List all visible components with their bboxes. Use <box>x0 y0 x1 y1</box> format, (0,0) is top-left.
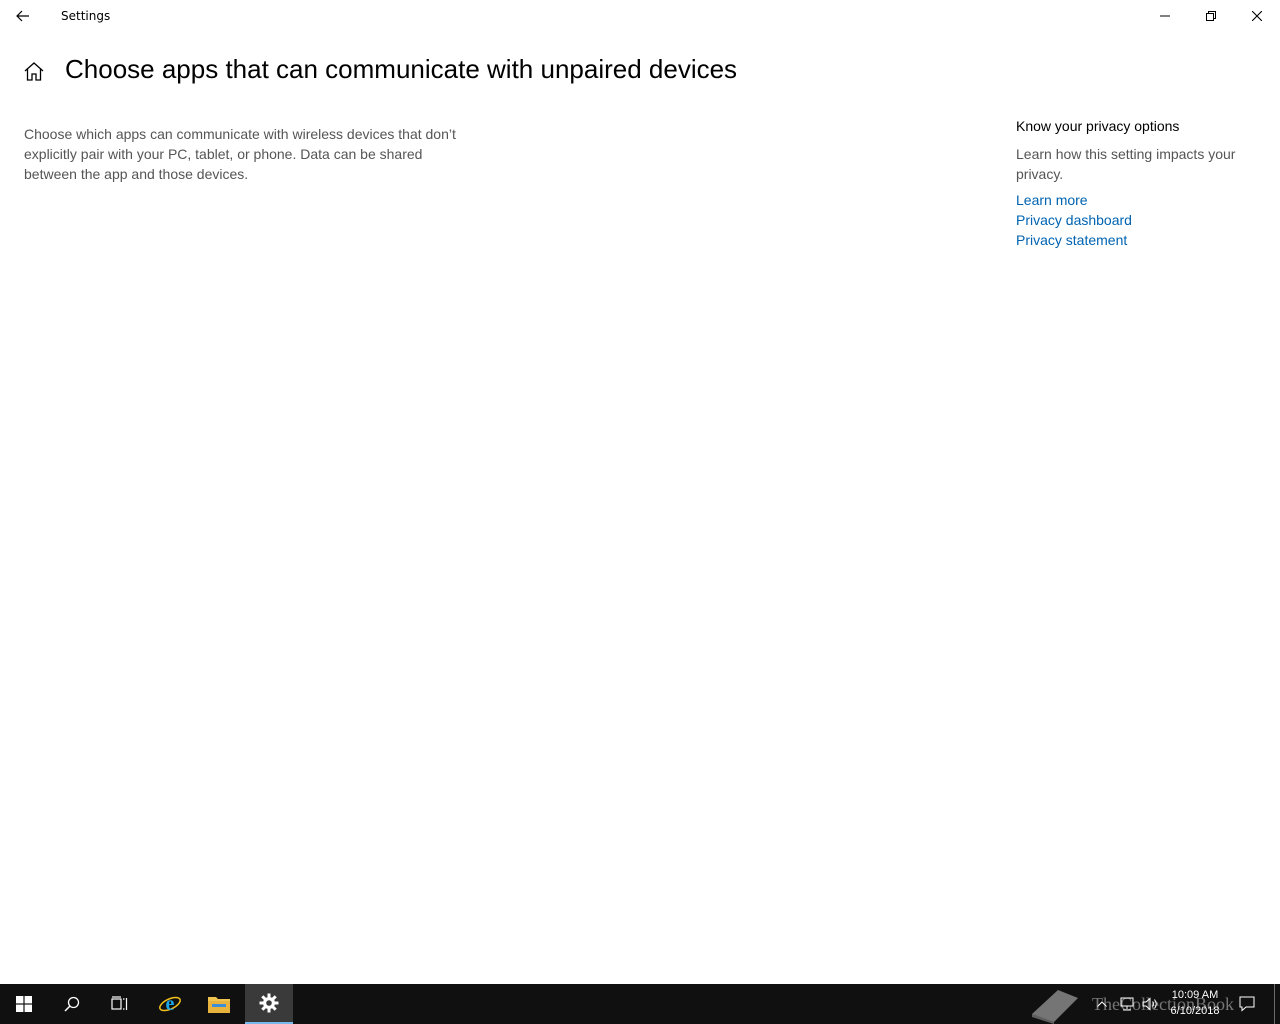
restore-icon <box>1206 11 1216 21</box>
home-button[interactable] <box>22 60 46 84</box>
show-hidden-icons-button[interactable] <box>1092 984 1112 1024</box>
volume-icon <box>1142 997 1157 1011</box>
back-button[interactable] <box>0 0 46 32</box>
minimize-button[interactable] <box>1142 0 1188 32</box>
taskbar-search-button[interactable] <box>48 984 96 1024</box>
privacy-statement-link[interactable]: Privacy statement <box>1016 230 1266 250</box>
file-explorer-icon <box>208 997 230 1013</box>
clock-date: 6/10/2018 <box>1170 1005 1220 1017</box>
settings-gear-icon <box>259 993 279 1013</box>
back-arrow-icon <box>16 10 29 22</box>
taskbar-internet-explorer[interactable]: e <box>146 984 194 1024</box>
taskbar-clock[interactable]: 10:09 AM 6/10/2018 <box>1160 987 1230 1019</box>
taskbar-file-explorer[interactable] <box>195 984 243 1024</box>
start-button[interactable] <box>0 984 48 1024</box>
restore-button[interactable] <box>1188 0 1234 32</box>
volume-tray-button[interactable] <box>1140 984 1162 1024</box>
chevron-up-icon <box>1097 1001 1107 1007</box>
settings-window: Settings Choose apps that can communicat… <box>0 0 1280 984</box>
task-view-icon <box>111 996 128 1010</box>
internet-explorer-icon: e <box>159 993 181 1015</box>
privacy-options-text: Learn how this setting impacts your priv… <box>1016 146 1236 182</box>
privacy-dashboard-link[interactable]: Privacy dashboard <box>1016 210 1266 230</box>
book-icon <box>1032 990 1078 1024</box>
home-icon <box>24 62 44 81</box>
notification-icon <box>1239 996 1255 1012</box>
close-icon <box>1252 11 1262 21</box>
network-icon <box>1120 997 1134 1011</box>
close-button[interactable] <box>1234 0 1280 32</box>
page-description: Choose which apps can communicate with w… <box>24 126 456 182</box>
search-icon <box>64 996 80 1012</box>
svg-text:e: e <box>166 993 175 1015</box>
window-controls <box>1142 0 1280 32</box>
show-desktop-button[interactable] <box>1274 984 1275 1024</box>
page-title: Choose apps that can communicate with un… <box>65 54 738 84</box>
taskbar: e TheCollectionBook 10:09 AM 6/10/2018 <box>0 984 1280 1024</box>
action-center-button[interactable] <box>1234 984 1260 1024</box>
task-view-button[interactable] <box>96 984 144 1024</box>
minimize-icon <box>1160 15 1170 17</box>
learn-more-link[interactable]: Learn more <box>1016 190 1266 210</box>
window-title: Settings <box>61 9 111 23</box>
title-bar: Settings <box>0 0 1280 32</box>
network-tray-button[interactable] <box>1116 984 1138 1024</box>
privacy-options-heading: Know your privacy options <box>1016 118 1180 134</box>
clock-time: 10:09 AM <box>1171 989 1219 1001</box>
taskbar-settings[interactable] <box>245 984 293 1024</box>
privacy-options-panel: Know your privacy options Learn how this… <box>1016 116 1266 250</box>
windows-start-icon <box>16 996 32 1012</box>
